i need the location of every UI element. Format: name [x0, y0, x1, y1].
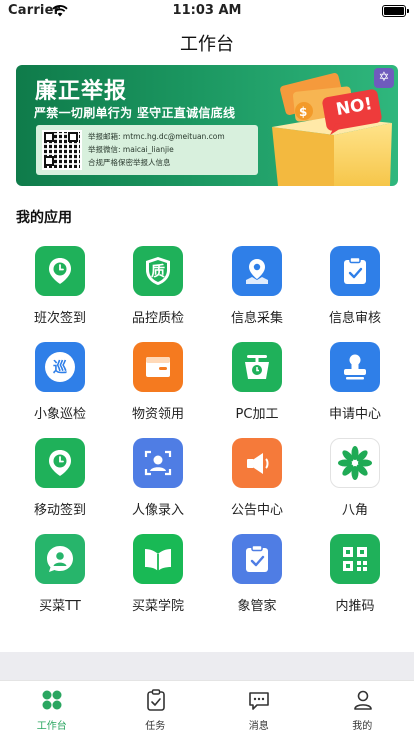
svg-text:$: $ [299, 105, 307, 119]
workbench-icon [42, 690, 62, 710]
app-shift-checkin[interactable]: 班次签到 [11, 242, 109, 332]
tab-label: 工作台 [36, 721, 67, 732]
scale-icon [232, 342, 282, 392]
box-icon [133, 342, 183, 392]
tab-profile[interactable]: 我的 [311, 681, 414, 736]
chat-person-icon [35, 534, 85, 584]
tab-workbench[interactable]: 工作台 [0, 681, 104, 736]
clipboard-check-icon [232, 534, 282, 584]
map-pin-icon [232, 246, 282, 296]
app-label: 小象巡检 [33, 407, 86, 422]
app-info-collection[interactable]: 信息采集 [208, 242, 306, 332]
app-maicai-tt[interactable]: 买菜TT [11, 530, 109, 620]
banner-email: 举报邮箱: mtmc.hg.dc@meituan.com [88, 132, 225, 141]
task-clipboard-icon [146, 689, 165, 711]
app-label: 买菜学院 [131, 599, 184, 614]
app-maicai-academy[interactable]: 买菜学院 [109, 530, 207, 620]
section-title: 我的应用 [16, 210, 72, 226]
tab-label: 任务 [145, 721, 166, 732]
open-book-icon [133, 534, 183, 584]
app-mobile-checkin[interactable]: 移动签到 [11, 434, 109, 524]
app-announcements[interactable]: 公告中心 [208, 434, 306, 524]
app-face-enroll[interactable]: 人像录入 [109, 434, 207, 524]
app-label: 移动签到 [33, 503, 86, 518]
face-scan-icon [133, 438, 183, 488]
banner-wechat: 举报微信: maicai_lianjie [88, 145, 174, 154]
message-icon [249, 692, 269, 710]
app-label: 八角 [341, 503, 368, 518]
banner-close-icon[interactable]: ✡ [374, 68, 394, 88]
tab-tasks[interactable]: 任务 [104, 681, 208, 736]
tab-label: 消息 [248, 721, 269, 732]
app-referral-code[interactable]: 内推码 [306, 530, 404, 620]
clock: 11:03 AM [172, 3, 242, 18]
app-label: 信息采集 [230, 311, 283, 326]
profile-icon [353, 690, 372, 710]
app-label: 人像录入 [131, 503, 184, 518]
page-title: 工作台 [180, 34, 234, 55]
app-supplies[interactable]: 物资领用 [109, 338, 207, 428]
banner-subtitle: 严禁一切刷单行为 坚守正直诚信底线 [34, 106, 236, 120]
patrol-icon: 巡 [35, 342, 85, 392]
qr-code-icon [330, 534, 380, 584]
content-divider [0, 652, 414, 680]
banner-title: 廉正举报 [35, 79, 128, 104]
app-info-review[interactable]: 信息审核 [306, 242, 404, 332]
status-bar: Carrier 11:03 AM [0, 0, 414, 22]
app-label: 品控质检 [131, 311, 184, 326]
app-label: 内推码 [335, 599, 375, 614]
battery-icon [382, 5, 409, 17]
app-application-center[interactable]: 申请中心 [306, 338, 404, 428]
app-label: 买菜TT [39, 599, 81, 614]
tab-label: 我的 [352, 721, 373, 732]
stamp-icon [330, 342, 380, 392]
app-label: 物资领用 [131, 407, 184, 422]
app-bajiao[interactable]: 八角 [306, 434, 404, 524]
clock-pin-icon [35, 438, 85, 488]
quality-shield-icon: 质 [133, 246, 183, 296]
app-label: 班次签到 [33, 311, 86, 326]
report-banner[interactable]: 廉正举报 严禁一切刷单行为 坚守正直诚信底线 举报邮箱: mtmc.hg.dc@… [16, 65, 398, 186]
tab-messages[interactable]: 消息 [207, 681, 311, 736]
banner-contact-card: 举报邮箱: mtmc.hg.dc@meituan.com 举报微信: maica… [36, 125, 258, 175]
app-label: 申请中心 [328, 407, 381, 422]
app-label: 象管家 [237, 599, 277, 614]
app-label: 公告中心 [230, 503, 283, 518]
megaphone-icon [232, 438, 282, 488]
app-quality-inspection[interactable]: 质 品控质检 [109, 242, 207, 332]
app-label: 信息审核 [328, 311, 381, 326]
tab-bar: 工作台 任务 消息 我的 [0, 680, 414, 736]
leaf-star-icon [330, 438, 380, 488]
clipboard-check-icon [330, 246, 380, 296]
clock-pin-icon [35, 246, 85, 296]
app-label: PC加工 [235, 407, 279, 422]
app-patrol[interactable]: 巡 小象巡检 [11, 338, 109, 428]
app-pc-processing[interactable]: PC加工 [208, 338, 306, 428]
app-xiang-steward[interactable]: 象管家 [208, 530, 306, 620]
banner-note: 合规严格保密举报人信息 [88, 158, 171, 167]
